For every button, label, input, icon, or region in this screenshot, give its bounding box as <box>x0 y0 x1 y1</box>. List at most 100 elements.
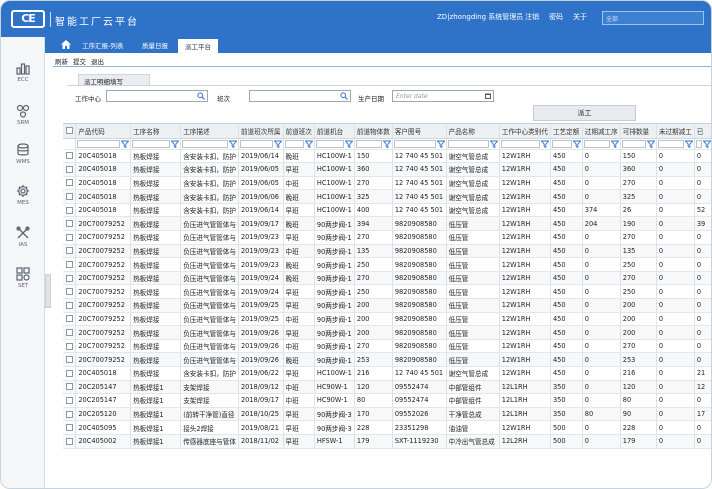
column-header[interactable]: 工艺定额 <box>550 124 583 139</box>
row-checkbox[interactable] <box>63 366 77 381</box>
table-row[interactable]: 20C70079252 热板焊接 负压进气管管体与 2019/09/23 中班 90两步阀… <box>63 244 711 259</box>
table-row[interactable]: 20C405018 热板焊接 含安装卡扣，防护 2019/06/05 中班 HC100W-… <box>63 176 711 191</box>
row-checkbox[interactable] <box>63 257 77 272</box>
table-row[interactable]: 20C405018 热板焊接 含安装卡扣，防护 2019/06/05 早班 HC100W-… <box>63 162 711 177</box>
filter-icon[interactable] <box>646 140 655 148</box>
home-icon[interactable] <box>61 40 71 49</box>
filter-icon[interactable] <box>228 140 237 148</box>
table-row[interactable]: 20C205147 热板焊接1 支架焊接 2018/09/17 中班 HC90W-1 80 0… <box>63 393 711 408</box>
column-header[interactable]: 可排数量 <box>620 124 657 139</box>
column-filter-input[interactable] <box>695 139 702 148</box>
table-row[interactable]: 20C70079252 热板焊接 负压进气管管体与 2019/09/23 早班 90两步阀… <box>63 230 711 245</box>
refresh-button[interactable]: 刷新 <box>55 56 68 66</box>
submit-button[interactable]: 提交 <box>73 56 86 66</box>
filter-icon[interactable] <box>610 140 619 148</box>
column-header[interactable]: 前道机台 <box>314 124 355 139</box>
table-row[interactable]: 20C405018 热板焊接 含安装卡扣，防护 2019/06/22 早班 HC100W-… <box>63 366 711 381</box>
production-date-input[interactable]: Enter date <box>392 90 494 102</box>
column-filter-input[interactable] <box>315 139 344 148</box>
table-row[interactable]: 20C70079252 热板焊接 负压进气管管体与 2019/09/25 中班 90两步阀… <box>63 312 711 327</box>
filter-icon[interactable] <box>304 140 313 148</box>
global-search-input[interactable]: 全部 <box>602 11 704 25</box>
column-header[interactable]: 过期减工序 <box>582 124 621 139</box>
work-center-input[interactable] <box>106 90 208 102</box>
column-filter-input[interactable] <box>239 139 273 148</box>
column-filter-input[interactable] <box>500 139 540 148</box>
column-filter-input[interactable] <box>355 139 382 148</box>
column-filter-input[interactable] <box>551 139 572 148</box>
search-icon[interactable] <box>340 92 348 100</box>
sidebar-item-mes[interactable]: MES <box>1 184 45 224</box>
filter-icon[interactable] <box>273 140 282 148</box>
column-header[interactable]: 前道班次所属 <box>238 124 284 139</box>
filter-icon[interactable] <box>344 140 353 148</box>
row-checkbox[interactable] <box>63 393 77 408</box>
filter-icon[interactable] <box>382 140 391 148</box>
column-header[interactable]: 前道物体数 <box>354 124 393 139</box>
filter-icon[interactable] <box>436 140 445 148</box>
about-link[interactable]: 关于 <box>573 12 587 22</box>
column-filter-input[interactable] <box>621 139 646 148</box>
filter-icon[interactable] <box>540 140 549 148</box>
exit-button[interactable]: 退出 <box>91 56 104 66</box>
table-row[interactable]: 20C70079252 热板焊接 负压进气管管体与 2019/09/26 中班 90两步阀… <box>63 339 711 354</box>
table-row[interactable]: 20C70079252 热板焊接 负压进气管管体与 2019/09/24 早班 90两步阀… <box>63 284 711 300</box>
column-filter-input[interactable] <box>132 139 171 148</box>
tab-dispatch-platform[interactable]: 派工平台 <box>178 39 218 53</box>
column-header[interactable]: 客户图号 <box>392 124 447 139</box>
table-row[interactable]: 20C70079252 热板焊接 负压进气管管体与 2019/09/26 早班 90两步阀… <box>63 325 711 340</box>
filter-icon[interactable] <box>572 140 581 148</box>
row-checkbox[interactable] <box>63 420 77 435</box>
row-checkbox[interactable] <box>63 216 77 232</box>
table-row[interactable]: 20C70079252 热板焊接 负压进气管管体与 2019/09/17 晚班 90两步阀… <box>63 216 711 232</box>
filter-icon[interactable] <box>121 140 130 148</box>
table-row[interactable]: 20C70079252 热板焊接 负压进气管管体与 2019/09/23 晚班 90两步阀… <box>63 257 711 272</box>
sidebar-item-ecc[interactable]: ECC <box>1 61 45 101</box>
table-row[interactable]: 20C70079252 热板焊接 负压进气管管体与 2019/09/24 晚班 90两步阀… <box>63 271 711 286</box>
tab-quality-daily[interactable]: 质量日报 <box>142 40 168 50</box>
column-header[interactable]: 工作中心类别代 <box>499 124 551 139</box>
row-checkbox[interactable] <box>63 352 77 367</box>
tab-process-report-list[interactable]: 工序汇报-列表 <box>82 40 123 50</box>
row-checkbox[interactable] <box>63 230 77 245</box>
row-checkbox[interactable] <box>63 149 77 164</box>
row-checkbox[interactable] <box>63 434 77 449</box>
column-filter-input[interactable] <box>393 139 436 148</box>
column-header[interactable]: 已 <box>694 124 711 139</box>
filter-icon[interactable] <box>703 140 711 148</box>
column-header[interactable]: 未过期减工 <box>656 124 695 139</box>
search-icon[interactable] <box>197 92 205 100</box>
row-checkbox[interactable] <box>63 271 77 286</box>
table-row[interactable]: 20C205147 热板焊接1 支架焊接 2018/09/12 中班 HC90W-1 120… <box>63 380 711 395</box>
column-header[interactable]: 产品代码 <box>75 124 132 139</box>
table-row[interactable]: 20C405018 热板焊接 含安装卡扣，防护 2019/06/14 早班 HC100W-… <box>63 203 711 218</box>
row-checkbox[interactable] <box>63 298 77 313</box>
column-filter-input[interactable] <box>583 139 610 148</box>
column-filter-input[interactable] <box>657 139 684 148</box>
sidebar-item-wms[interactable]: WMS <box>1 143 45 183</box>
table-row[interactable]: 20C405095 热板焊接1 接头2焊接 2019/08/21 早班 90两步阀-3 22… <box>63 420 711 435</box>
logout-link[interactable]: 注销 <box>525 12 539 22</box>
column-filter-input[interactable] <box>447 139 489 148</box>
column-filter-input[interactable] <box>284 139 304 148</box>
row-checkbox[interactable] <box>63 312 77 327</box>
column-header[interactable]: 工序描述 <box>180 124 239 139</box>
column-header[interactable]: 前道班次 <box>283 124 315 139</box>
column-filter-input[interactable] <box>77 139 121 148</box>
table-row[interactable]: 20C405018 热板焊接 含安装卡扣，防护 2019/06/14 晚班 HC100W-… <box>63 149 711 164</box>
row-checkbox[interactable] <box>63 407 77 422</box>
row-checkbox[interactable] <box>63 284 77 300</box>
table-row[interactable]: 20C70079252 热板焊接 负压进气管管体与 2019/09/25 早班 90两步阀… <box>63 298 711 313</box>
sidebar-collapse-handle[interactable] <box>45 274 51 308</box>
filter-icon[interactable] <box>684 140 693 148</box>
row-checkbox[interactable] <box>63 380 77 395</box>
row-checkbox[interactable] <box>63 339 77 354</box>
table-row[interactable]: 20C405018 热板焊接 含安装卡扣，防护 2019/06/06 晚班 HC100W-… <box>63 189 711 204</box>
row-checkbox[interactable] <box>63 176 77 191</box>
filter-icon[interactable] <box>489 140 498 148</box>
row-checkbox[interactable] <box>63 189 77 204</box>
table-row[interactable]: 20C70079252 热板焊接 负压进气管管体与 2019/09/26 晚班 90两步阀… <box>63 352 711 367</box>
sidebar-item-set[interactable]: SET <box>1 267 45 307</box>
column-header[interactable]: 工序名称 <box>130 124 182 139</box>
dispatch-button[interactable]: 派工 <box>533 105 636 121</box>
